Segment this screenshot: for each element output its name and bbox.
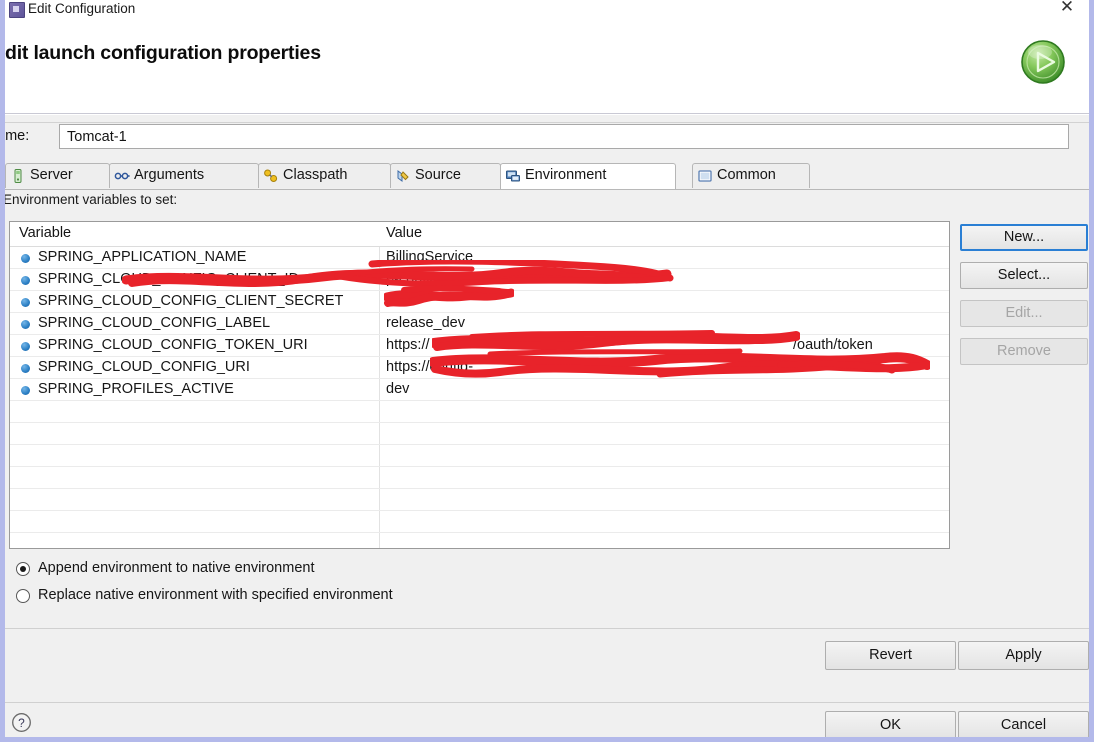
radio-label: Replace native environment with specifie…: [38, 587, 393, 603]
variable-bullet-icon: [21, 320, 30, 329]
tab-source[interactable]: Source: [390, 163, 501, 188]
arguments-icon: [114, 172, 130, 180]
common-icon: [698, 170, 712, 182]
table-row-empty[interactable]: [10, 401, 949, 423]
close-icon[interactable]: ✕: [1057, 0, 1077, 17]
tab-label: Arguments: [134, 167, 205, 183]
variable-bullet-icon: [21, 254, 30, 263]
section-label: Environment variables to set:: [3, 192, 178, 207]
column-header-variable[interactable]: Variable: [19, 225, 71, 241]
variable-name: SPRING_CLOUD_CONFIG_CLIENT_SECRET: [38, 293, 344, 309]
tab-common[interactable]: Common: [692, 163, 810, 188]
table-row[interactable]: SPRING_CLOUD_CONFIG_TOKEN_URI https:// /…: [10, 335, 949, 357]
table-row[interactable]: SPRING_CLOUD_CONFIG_LABEL release_dev: [10, 313, 949, 335]
table-row-empty[interactable]: [10, 467, 949, 489]
variable-name: SPRING_APPLICATION_NAME: [38, 249, 247, 265]
name-label: ame:: [0, 128, 30, 144]
revert-button[interactable]: Revert: [825, 641, 956, 670]
variable-name: SPRING_CLOUD_CONFIG_TOKEN_URI: [38, 337, 308, 353]
edit-button: Edit...: [960, 300, 1088, 327]
column-header-value[interactable]: Value: [386, 225, 422, 241]
dialog-banner: dit launch configuration properties: [5, 20, 1089, 114]
name-input[interactable]: Tomcat-1: [59, 124, 1069, 149]
variable-value-tail: /oauth/token: [793, 337, 873, 353]
table-header-row: Variable Value: [10, 222, 949, 247]
radio-indicator: [16, 589, 30, 603]
radio-label: Append environment to native environment: [38, 560, 315, 576]
bottom-divider-top: [5, 628, 1089, 629]
radio-append-environment[interactable]: Append environment to native environment: [9, 559, 429, 581]
edit-configuration-dialog: Edit Configuration ✕ dit launch configur…: [0, 0, 1094, 742]
server-icon: [14, 169, 22, 183]
radio-replace-environment[interactable]: Replace native environment with specifie…: [9, 586, 459, 608]
environment-variables-table: Variable Value SPRING_APPLICATION_NAME B…: [9, 221, 950, 549]
ok-button[interactable]: OK: [825, 711, 956, 737]
tab-classpath[interactable]: Classpath: [258, 163, 391, 188]
app-icon: [9, 2, 25, 18]
tab-label: Classpath: [283, 167, 348, 183]
radio-indicator: [16, 562, 30, 576]
variable-value: dev: [386, 381, 410, 397]
variable-bullet-icon: [21, 386, 30, 395]
tab-label: Environment: [525, 167, 607, 183]
variable-name: SPRING_CLOUD_CONFIG_CLIENT_ID: [38, 271, 300, 287]
tab-arguments[interactable]: Arguments: [109, 163, 259, 188]
table-row-empty[interactable]: [10, 533, 949, 548]
table-row[interactable]: SPRING_CLOUD_CONFIG_CLIENT_SECRET: [10, 291, 949, 313]
table-row-empty[interactable]: [10, 445, 949, 467]
classpath-icon: [264, 169, 278, 182]
table-row-empty[interactable]: [10, 423, 949, 445]
table-row-empty[interactable]: [10, 489, 949, 511]
tab-label: Source: [415, 167, 461, 183]
select-button[interactable]: Select...: [960, 262, 1088, 289]
bottom-divider-bottom: [5, 702, 1089, 703]
variable-bullet-icon: [21, 298, 30, 307]
page-title: dit launch configuration properties: [5, 42, 321, 64]
banner-separator: [5, 114, 1089, 123]
variable-value: BillingService: [386, 249, 474, 265]
environment-icon: [506, 170, 520, 182]
variable-value: https://config-: [386, 359, 474, 375]
name-row: ame: Tomcat-1: [5, 124, 1089, 152]
variable-value: release_dev: [386, 315, 465, 331]
variable-bullet-icon: [21, 364, 30, 373]
variable-bullet-icon: [21, 342, 30, 351]
new-button[interactable]: New...: [960, 224, 1088, 251]
source-icon: [397, 170, 409, 182]
table-row[interactable]: SPRING_APPLICATION_NAME BillingService: [10, 247, 949, 269]
tab-label: Server: [30, 167, 73, 183]
tab-environment[interactable]: Environment: [500, 163, 676, 189]
variable-bullet-icon: [21, 276, 30, 285]
tab-label: Common: [717, 167, 776, 183]
window-title: Edit Configuration: [28, 1, 136, 16]
help-question-icon[interactable]: ?: [11, 712, 32, 733]
apply-button[interactable]: Apply: [958, 641, 1089, 670]
variable-name: SPRING_CLOUD_CONFIG_LABEL: [38, 315, 271, 331]
variable-name: SPRING_CLOUD_CONFIG_URI: [38, 359, 250, 375]
remove-button: Remove: [960, 338, 1088, 365]
table-row-empty[interactable]: [10, 511, 949, 533]
variable-value: https://: [386, 337, 430, 353]
window-titlebar: Edit Configuration ✕: [5, 0, 1089, 21]
table-row[interactable]: SPRING_CLOUD_CONFIG_CLIENT_ID p-config-s…: [10, 269, 949, 291]
table-row[interactable]: SPRING_PROFILES_ACTIVE dev: [10, 379, 949, 401]
variable-value: p-config-server-: [386, 271, 488, 287]
table-row[interactable]: SPRING_CLOUD_CONFIG_URI https://config-: [10, 357, 949, 379]
cancel-button[interactable]: Cancel: [958, 711, 1089, 737]
svg-text:?: ?: [18, 716, 25, 730]
tab-server[interactable]: Server: [5, 163, 110, 188]
green-play-icon: [1021, 40, 1065, 84]
variable-name: SPRING_PROFILES_ACTIVE: [38, 381, 234, 397]
tab-strip: Server Arguments Classpath Source Enviro…: [5, 163, 1089, 190]
